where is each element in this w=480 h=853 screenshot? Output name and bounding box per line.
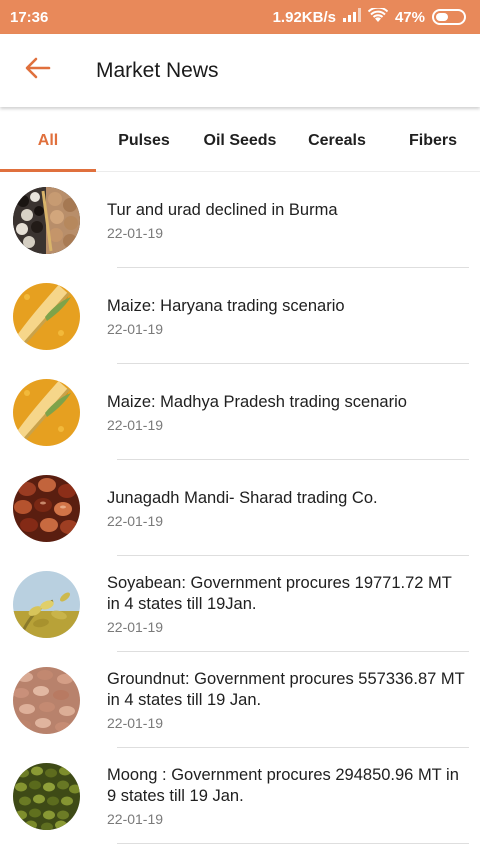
news-text: Soyabean: Government procures 19771.72 M…: [107, 573, 468, 635]
tab-cereals[interactable]: Cereals: [288, 110, 386, 172]
news-title: Junagadh Mandi- Sharad trading Co.: [107, 488, 378, 507]
tab-all[interactable]: All: [0, 110, 96, 172]
news-item[interactable]: Junagadh Mandi- Sharad trading Co. 22-01…: [0, 460, 480, 556]
news-date: 22-01-19: [107, 512, 164, 529]
news-text: Tur and urad declined in Burma 22-01-19: [107, 200, 468, 241]
status-indicators: 1.92KB/s 47%: [272, 6, 466, 27]
news-title: Moong : Government procures 294850.96 MT…: [107, 766, 459, 805]
news-date: 22-01-19: [107, 811, 164, 827]
news-date: 22-01-19: [107, 320, 164, 337]
news-item[interactable]: Maize: Madhya Pradesh trading scenario 2…: [0, 364, 480, 460]
wifi-icon: [367, 6, 389, 27]
tab-oil-seeds[interactable]: Oil Seeds: [192, 110, 288, 172]
news-text: Maize: Madhya Pradesh trading scenario 2…: [107, 392, 468, 433]
arrow-left-icon: [25, 57, 51, 84]
news-item[interactable]: Soyabean: Government procures 19771.72 M…: [0, 556, 480, 652]
pulses-thumb: [13, 186, 80, 254]
news-list: Tur and urad declined in Burma 22-01-19 …: [0, 172, 480, 844]
news-item[interactable]: Moong : Government procures 294850.96 MT…: [0, 748, 480, 844]
net-speed: 1.92KB/s: [272, 8, 336, 26]
soyabean-thumb: [13, 570, 80, 638]
news-title: Maize: Madhya Pradesh trading scenario: [107, 392, 407, 411]
groundnut-thumb: [13, 666, 80, 734]
news-item[interactable]: Maize: Haryana trading scenario 22-01-19: [0, 268, 480, 364]
back-button[interactable]: [0, 34, 76, 107]
news-date: 22-01-19: [107, 224, 164, 241]
category-tabs: All Pulses Oil Seeds Cereals Fibers: [0, 110, 480, 172]
status-bar: 17:36 1.92KB/s 47%: [0, 0, 480, 34]
battery-percent: 47%: [394, 8, 425, 26]
news-item[interactable]: Groundnut: Government procures 557336.87…: [0, 652, 480, 748]
news-text: Moong : Government procures 294850.96 MT…: [107, 765, 468, 827]
tab-pulses[interactable]: Pulses: [96, 110, 192, 172]
news-title: Maize: Haryana trading scenario: [107, 296, 345, 315]
news-item[interactable]: Tur and urad declined in Burma 22-01-19: [0, 172, 480, 268]
news-date: 22-01-19: [107, 715, 164, 731]
app-bar: Market News: [0, 34, 480, 107]
news-title: Groundnut: Government procures 557336.87…: [107, 670, 465, 709]
news-title: Soyabean: Government procures 19771.72 M…: [107, 574, 452, 613]
moong-thumb: [13, 762, 80, 830]
news-text: Groundnut: Government procures 557336.87…: [107, 669, 468, 731]
maize-thumb: [13, 282, 80, 350]
signal-icon: [342, 8, 361, 26]
beans-thumb: [13, 474, 80, 542]
status-time: 17:36: [10, 8, 49, 26]
news-text: Maize: Haryana trading scenario 22-01-19: [107, 296, 468, 337]
news-date: 22-01-19: [107, 416, 164, 433]
news-date: 22-01-19: [107, 619, 164, 635]
maize-thumb: [13, 378, 80, 446]
divider: [117, 843, 469, 844]
news-title: Tur and urad declined in Burma: [107, 200, 338, 219]
battery-icon: [432, 9, 466, 25]
news-text: Junagadh Mandi- Sharad trading Co. 22-01…: [107, 488, 468, 529]
tab-fibers[interactable]: Fibers: [386, 110, 480, 172]
page-title: Market News: [96, 58, 219, 82]
